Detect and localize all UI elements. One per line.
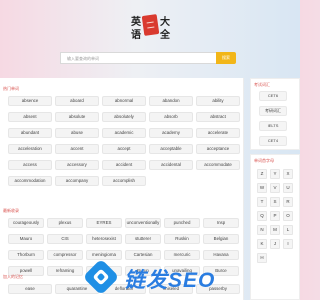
word-link[interactable]: accommodate — [196, 160, 240, 170]
watermark: 链发SEO — [82, 258, 298, 296]
letter-link[interactable]: I — [283, 239, 293, 249]
word-link[interactable]: courageously — [8, 218, 44, 228]
word-link[interactable]: reframing — [47, 266, 83, 276]
word-link[interactable]: Insp — [203, 218, 239, 228]
exam-vocab-link[interactable]: IELTS — [259, 121, 287, 131]
letter-link[interactable]: P — [270, 211, 280, 221]
letter-link[interactable]: L — [283, 225, 293, 235]
letter-link[interactable]: M — [270, 225, 280, 235]
word-link[interactable]: Belgian — [203, 234, 239, 244]
letter-link[interactable]: S — [270, 197, 280, 207]
letter-link[interactable]: N — [257, 225, 267, 235]
letter-link[interactable]: J — [270, 239, 280, 249]
word-link[interactable]: punched — [164, 218, 200, 228]
word-link[interactable]: absorb — [149, 112, 193, 122]
word-link[interactable]: Havana — [203, 250, 239, 260]
word-link[interactable]: academic — [102, 128, 146, 138]
exam-box-title: 考试词汇 — [254, 82, 270, 87]
letter-link[interactable]: Y — [270, 169, 280, 179]
word-link[interactable]: abnormal — [102, 96, 146, 106]
word-link[interactable]: ease — [8, 284, 52, 294]
seal-icon — [141, 14, 160, 36]
letter-link[interactable]: R — [283, 197, 293, 207]
word-link[interactable]: accident — [102, 160, 146, 170]
exam-vocab-link[interactable]: CET4 — [259, 136, 287, 146]
word-link[interactable]: acceptable — [149, 144, 193, 154]
letter-link[interactable]: W — [257, 183, 267, 193]
letter-link[interactable]: V — [270, 183, 280, 193]
word-link[interactable]: accessory — [55, 160, 99, 170]
logo-char: 语 — [131, 30, 141, 41]
word-link[interactable]: Ruskin — [164, 234, 200, 244]
word-link[interactable]: accent — [55, 144, 99, 154]
letter-link[interactable]: Z — [257, 169, 267, 179]
word-link[interactable]: CIS — [47, 234, 83, 244]
search-button[interactable]: 搜索 — [216, 52, 236, 64]
section-title: 最新收录 — [3, 208, 19, 213]
word-link[interactable]: Thorburn — [8, 250, 44, 260]
word-link[interactable]: Cartesian — [125, 250, 161, 260]
word-link[interactable]: stutterer — [125, 234, 161, 244]
word-link[interactable]: abuse — [55, 128, 99, 138]
letter-link[interactable]: Q — [257, 211, 267, 221]
word-link[interactable]: accept — [102, 144, 146, 154]
watermark-logo-icon — [82, 258, 120, 296]
letter-link[interactable]: T — [257, 197, 267, 207]
word-link[interactable]: ability — [196, 96, 240, 106]
word-link[interactable]: accomplish — [102, 176, 146, 186]
exam-vocab-link[interactable]: 考研词汇 — [259, 106, 287, 116]
word-link[interactable]: abstract — [196, 112, 240, 122]
section-title: 热门单词 — [3, 86, 19, 91]
word-link[interactable]: heterosexist — [86, 234, 122, 244]
word-link[interactable]: access — [8, 160, 52, 170]
letter-box-title: 单词首字母 — [254, 158, 274, 163]
word-link[interactable]: mercuric — [164, 250, 200, 260]
word-link[interactable]: absent — [8, 112, 52, 122]
word-link[interactable]: unconventionally — [125, 218, 161, 228]
word-link[interactable]: abundant — [8, 128, 52, 138]
word-link[interactable]: meningioma — [86, 250, 122, 260]
word-link[interactable]: accommodation — [8, 176, 52, 186]
site-logo[interactable]: 英 语 大 全 — [128, 11, 172, 41]
word-link[interactable]: aboard — [55, 96, 99, 106]
word-link[interactable]: accelerate — [196, 128, 240, 138]
word-link[interactable]: accidental — [149, 160, 193, 170]
letter-link[interactable]: O — [283, 211, 293, 221]
letter-link[interactable]: U — [283, 183, 293, 193]
word-link[interactable]: Mauro — [8, 234, 44, 244]
page: 英 语 大 全 搜索 热门单词 absenceaboardabnormalaban… — [0, 0, 300, 300]
word-link[interactable]: absence — [8, 96, 52, 106]
search-input[interactable] — [60, 52, 216, 64]
word-link[interactable]: academy — [149, 128, 193, 138]
word-link[interactable]: acceptance — [196, 144, 240, 154]
exam-vocab-link[interactable]: CET6 — [259, 91, 287, 101]
word-link[interactable]: absolutely — [102, 112, 146, 122]
word-link[interactable]: accompany — [55, 176, 99, 186]
letter-link[interactable]: K — [257, 239, 267, 249]
word-link[interactable]: abandon — [149, 96, 193, 106]
word-link[interactable]: plexus — [47, 218, 83, 228]
watermark-text: 链发SEO — [124, 269, 216, 292]
section-title: 加入的记忆 — [3, 274, 23, 279]
word-link[interactable]: EYRES — [86, 218, 122, 228]
logo-char: 全 — [160, 30, 170, 41]
exam-vocab-box: 考试词汇 CET6 考研词汇 IELTS CET4 — [250, 78, 300, 150]
word-link[interactable]: absolute — [55, 112, 99, 122]
word-link[interactable]: acceleration — [8, 144, 52, 154]
letter-link[interactable]: X — [283, 169, 293, 179]
search-bar: 搜索 — [60, 52, 236, 64]
word-link[interactable]: compressor — [47, 250, 83, 260]
